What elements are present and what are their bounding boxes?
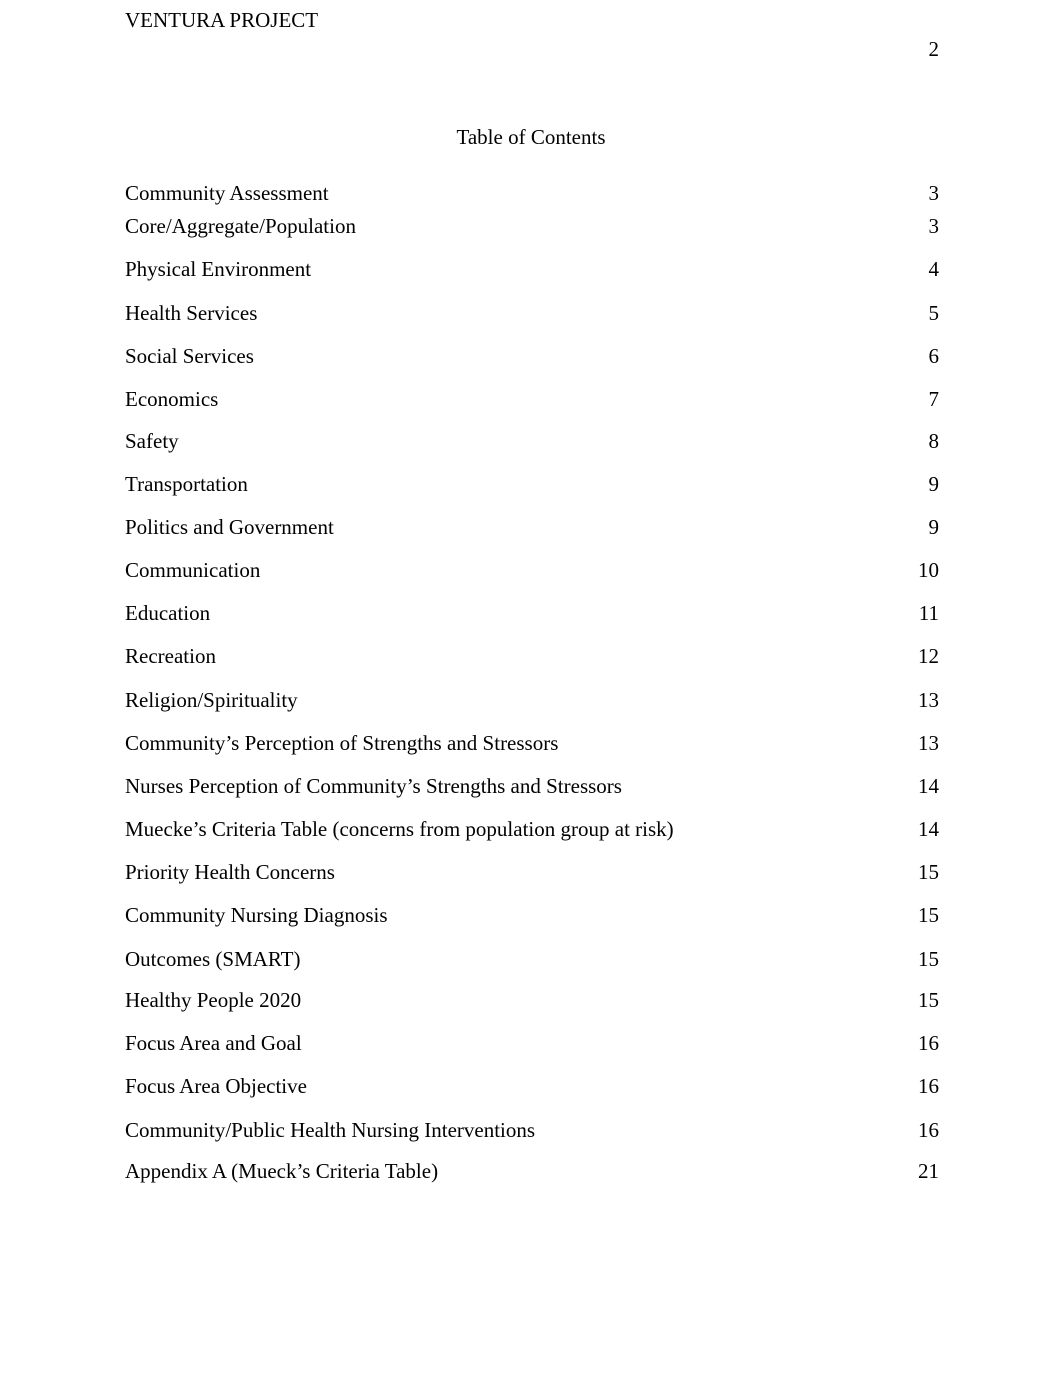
toc-entry-page: 13: [918, 688, 939, 712]
toc-entry-label: Appendix A (Mueck’s Criteria Table): [125, 1159, 439, 1183]
toc-entry-label: Recreation: [125, 644, 216, 668]
toc-entry-page: 21: [918, 1159, 939, 1183]
toc-entry-label: Core/Aggregate/Population: [125, 214, 356, 238]
toc-entry[interactable]: Physical Environment 4: [125, 257, 939, 281]
running-head: VENTURA PROJECT: [125, 8, 319, 32]
toc-entry[interactable]: Nurses Perception of Community’s Strengt…: [125, 774, 939, 798]
toc-entry-label: Transportation: [125, 472, 248, 496]
toc-entry-page: 16: [918, 1031, 939, 1055]
toc-entry[interactable]: Healthy People 2020 15: [125, 988, 939, 1012]
toc-entry[interactable]: Community Assessment 3: [125, 181, 939, 205]
toc-entry-page: 4: [928, 257, 940, 281]
toc-entry-page: 16: [918, 1118, 939, 1142]
toc-entry-page: 15: [918, 903, 939, 927]
toc-entry-label: Religion/Spirituality: [125, 688, 298, 712]
toc-entry-label: Community Assessment: [125, 181, 329, 205]
toc-entry-page: 3: [928, 214, 940, 238]
toc-entry-page: 3: [928, 181, 940, 205]
toc-entry[interactable]: Safety 8: [125, 429, 939, 453]
toc-title: Table of Contents: [456, 125, 606, 149]
toc-entry[interactable]: Community/Public Health Nursing Interven…: [125, 1118, 939, 1142]
toc-entry-label: Nurses Perception of Community’s Strengt…: [125, 774, 622, 798]
toc-entry-label: Community Nursing Diagnosis: [125, 903, 388, 927]
toc-entry-label: Community’s Perception of Strengths and …: [125, 731, 559, 755]
toc-entry[interactable]: Community’s Perception of Strengths and …: [125, 731, 939, 755]
toc-entry-label: Physical Environment: [125, 257, 312, 281]
toc-entry[interactable]: Focus Area and Goal 16: [125, 1031, 939, 1055]
toc-entry[interactable]: Priority Health Concerns 15: [125, 860, 939, 884]
toc-entry-page: 14: [918, 817, 939, 841]
toc-entry-page: 12: [918, 644, 939, 668]
toc-entry[interactable]: Religion/Spirituality 13: [125, 688, 939, 712]
toc-entry-page: 15: [918, 947, 939, 971]
toc-entry[interactable]: Health Services 5: [125, 301, 939, 325]
toc-entry-page: 15: [918, 988, 939, 1012]
toc-entry-label: Outcomes (SMART): [125, 947, 301, 971]
toc-entry-page: 7: [928, 387, 940, 411]
toc-entry[interactable]: Education 11: [125, 601, 939, 625]
toc-entry[interactable]: Communication 10: [125, 558, 939, 582]
toc-entry-label: Education: [125, 601, 211, 625]
toc-entry-page: 8: [928, 429, 940, 453]
toc-entry-page: 11: [918, 601, 939, 625]
toc-entry-page: 9: [928, 472, 940, 496]
toc-entry[interactable]: Economics 7: [125, 387, 939, 411]
toc-entry-page: 14: [918, 774, 939, 798]
toc-entry-label: Social Services: [125, 344, 254, 368]
toc-entry-label: Politics and Government: [125, 515, 334, 539]
toc-entry-page: 5: [928, 301, 940, 325]
toc-entry-label: Safety: [125, 429, 179, 453]
toc-entry-label: Focus Area and Goal: [125, 1031, 302, 1055]
toc-entry-label: Communication: [125, 558, 261, 582]
toc-entry-label: Healthy People 2020: [125, 988, 302, 1012]
toc-entry[interactable]: Appendix A (Mueck’s Criteria Table) 21: [125, 1159, 939, 1183]
toc-entry-page: 16: [918, 1074, 939, 1098]
toc-entry[interactable]: Muecke’s Criteria Table (concerns from p…: [125, 817, 939, 841]
toc-entry[interactable]: Focus Area Objective 16: [125, 1074, 939, 1098]
toc-entry-page: 9: [928, 515, 940, 539]
toc-entry-label: Health Services: [125, 301, 258, 325]
toc-entry-label: Muecke’s Criteria Table (concerns from p…: [125, 817, 674, 841]
toc-entry-page: 6: [928, 344, 940, 368]
toc-entry[interactable]: Politics and Government 9: [125, 515, 939, 539]
toc-entry-label: Focus Area Objective: [125, 1074, 307, 1098]
toc-entry[interactable]: Transportation 9: [125, 472, 939, 496]
toc-entry-page: 13: [918, 731, 939, 755]
toc-entry[interactable]: Community Nursing Diagnosis 15: [125, 903, 939, 927]
toc-entry[interactable]: Outcomes (SMART) 15: [125, 947, 939, 971]
toc-entry-page: 15: [918, 860, 939, 884]
toc-entry-label: Community/Public Health Nursing Interven…: [125, 1118, 536, 1142]
toc-entry-label: Priority Health Concerns: [125, 860, 335, 884]
toc-entry[interactable]: Core/Aggregate/Population 3: [125, 214, 939, 238]
toc-entry-page: 10: [918, 558, 939, 582]
toc-entry[interactable]: Recreation 12: [125, 644, 939, 668]
toc-entry[interactable]: Social Services 6: [125, 344, 939, 368]
toc-entry-label: Economics: [125, 387, 219, 411]
page-number: 2: [928, 37, 940, 61]
